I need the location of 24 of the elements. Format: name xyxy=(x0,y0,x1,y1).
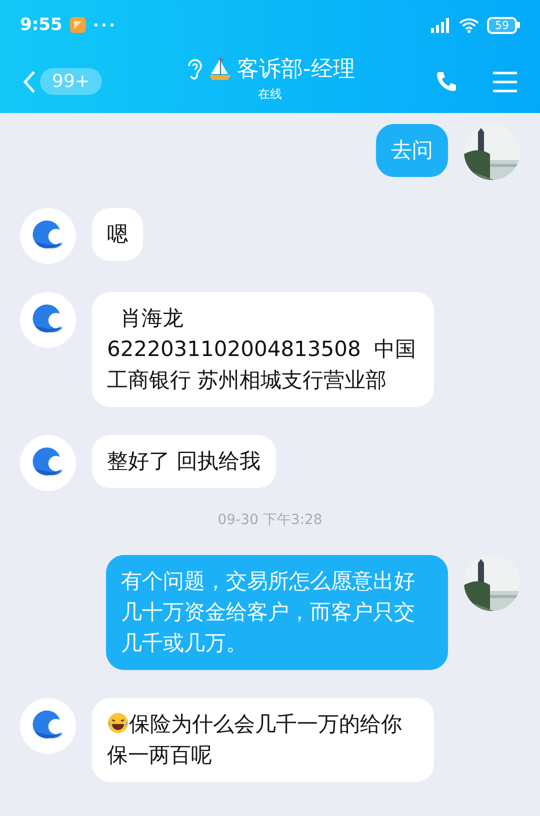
message-bubble: 有个问题，交易所怎么愿意出好几十万资金给客户，而客户只交几千或几万。 xyxy=(106,555,448,670)
battery-indicator: 59 xyxy=(487,16,520,34)
wifi-icon xyxy=(459,17,479,33)
ear-icon xyxy=(185,57,204,81)
phone-icon[interactable] xyxy=(434,70,458,94)
online-status: 在线 xyxy=(258,86,282,103)
avatar-icon[interactable] xyxy=(20,698,76,754)
chat-title: 客诉部-经理 xyxy=(237,56,355,84)
status-time: 9:55 xyxy=(20,15,62,35)
more-icon xyxy=(94,23,114,27)
message-bubble: 去问 xyxy=(376,124,448,177)
unread-count[interactable]: 99+ xyxy=(40,68,102,95)
timestamp: 09-30 下午3:28 xyxy=(218,511,322,529)
app-notification-icon xyxy=(70,17,86,33)
message-bubble: 肖海龙 6222031102004813508 中国工商银行 苏州相城支行营业部 xyxy=(92,292,434,407)
signal-icon xyxy=(431,18,451,32)
message-bubble: 保险为什么会几千一万的给你保一两百呢 xyxy=(92,698,434,782)
message-bubble: 整好了 回执给我 xyxy=(92,435,276,488)
avatar-icon[interactable] xyxy=(20,208,76,264)
sailboat-icon xyxy=(207,56,234,82)
message-bubble: 嗯 xyxy=(92,208,143,261)
avatar-icon[interactable] xyxy=(20,292,76,348)
avatar-icon[interactable] xyxy=(20,435,76,491)
menu-icon[interactable] xyxy=(492,70,518,92)
